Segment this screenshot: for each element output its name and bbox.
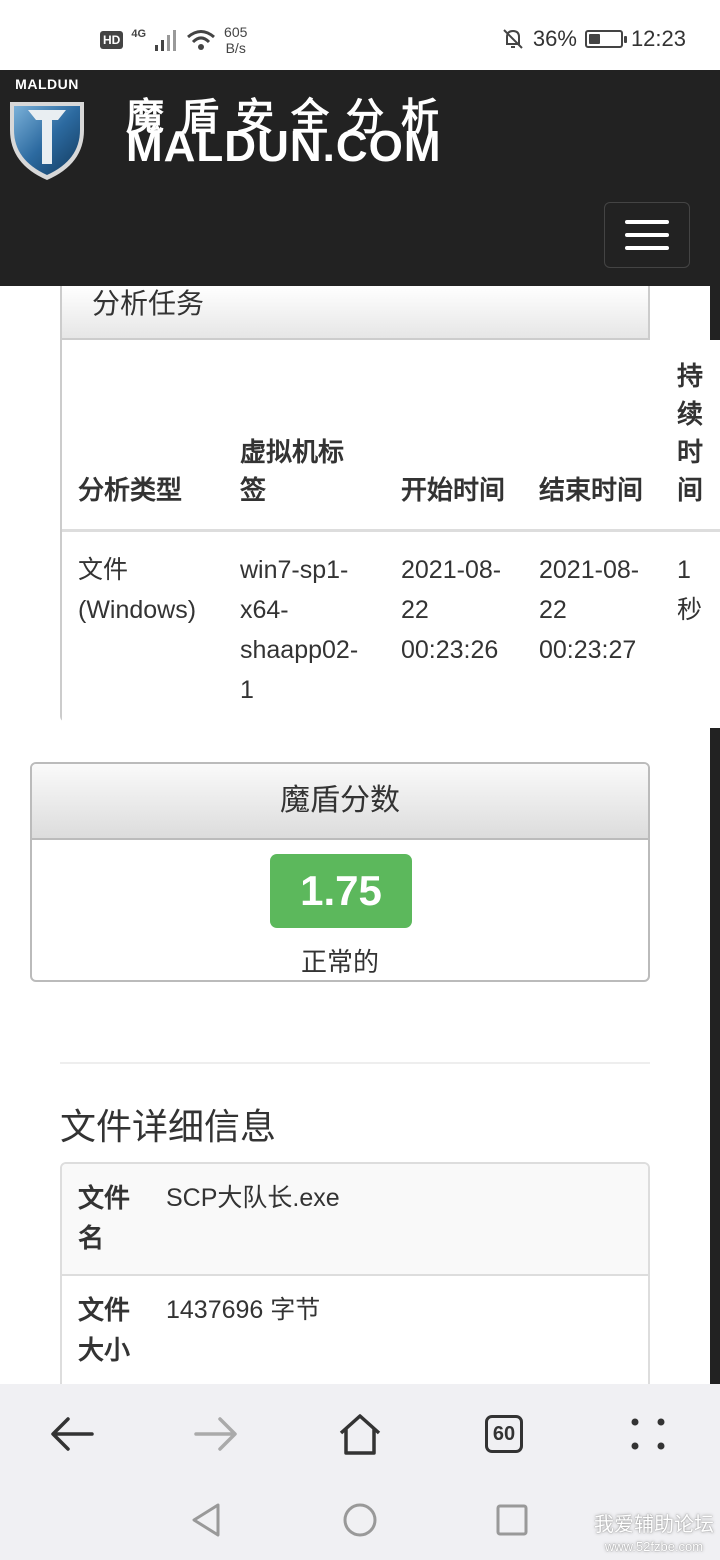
- panel-title: 分析任务: [92, 288, 205, 319]
- bell-muted-icon: [503, 29, 523, 49]
- table-row: 文件名 SCP大队长.exe: [62, 1164, 648, 1276]
- home-button[interactable]: [330, 1404, 390, 1464]
- home-icon: [339, 1414, 381, 1455]
- more-menu-button[interactable]: [618, 1404, 678, 1464]
- nav-recents-square-icon[interactable]: [492, 1500, 532, 1540]
- more-dots-icon: [631, 1418, 665, 1450]
- logo-text: MALDUN: [15, 76, 79, 92]
- column-header: 开始时间: [385, 340, 523, 532]
- table-row: 文件 (Windows) win7-sp1-x64-shaapp02-1 202…: [62, 530, 720, 728]
- file-name-label: 文件名: [78, 1183, 131, 1253]
- browser-toolbar: 60: [0, 1384, 720, 1480]
- watermark-url: www.52fzbe.com: [604, 1539, 704, 1554]
- column-header: 分析类型: [62, 340, 224, 532]
- arrow-right-icon: [194, 1417, 237, 1451]
- status-left: HD 4G 605 B/s: [100, 24, 247, 56]
- nav-back-triangle-icon[interactable]: [186, 1500, 226, 1540]
- column-header: 持续时间: [661, 340, 720, 532]
- menu-line-icon: [625, 233, 669, 237]
- table-cell: 2021-08-22 00:23:27: [539, 555, 640, 664]
- arrow-left-icon: [51, 1417, 94, 1451]
- file-name-value: SCP大队长.exe: [166, 1184, 340, 1212]
- speed-unit: B/s: [225, 40, 246, 56]
- task-table: 分析类型 虚拟机标签 开始时间 结束时间 持续时间 文件 (Windows) w…: [62, 340, 720, 728]
- maldun-score-panel: 魔盾分数 1.75 正常的: [30, 762, 650, 982]
- hd-icon: HD: [100, 31, 124, 49]
- battery-icon: [584, 30, 627, 48]
- nav-home-circle-icon[interactable]: [340, 1500, 380, 1540]
- file-size-value: 1437696 字节: [166, 1296, 321, 1324]
- status-bar: HD 4G 605 B/s 36% 12:23: [0, 0, 720, 70]
- table-cell: 2021-08-22 00:23:26: [401, 555, 502, 664]
- menu-line-icon: [625, 220, 669, 224]
- column-header: 虚拟机标签: [224, 340, 385, 532]
- wifi-icon: [187, 30, 215, 50]
- brand-domain[interactable]: MALDUN.COM: [126, 122, 442, 172]
- watermark: 我爱辅助论坛 www.52fzbe.com: [594, 1514, 714, 1558]
- section-divider: [60, 1062, 650, 1064]
- table-header-row: 分析类型 虚拟机标签 开始时间 结束时间 持续时间: [62, 340, 720, 532]
- battery-percent: 36%: [532, 26, 577, 51]
- status-right: 36% 12:23: [501, 26, 686, 52]
- panel-header: 分析任务: [62, 286, 648, 340]
- table-cell: 1 秒: [677, 555, 703, 624]
- back-button[interactable]: [42, 1404, 102, 1464]
- clock: 12:23: [630, 26, 686, 51]
- watermark-text: 我爱辅助论坛: [594, 1514, 714, 1536]
- file-details-table: 文件名 SCP大队长.exe 文件大小 1437696 字节: [60, 1162, 650, 1402]
- signal-icon: [155, 30, 177, 51]
- menu-line-icon: [625, 246, 669, 250]
- tabs-button[interactable]: 60: [474, 1404, 534, 1464]
- file-details-title: 文件详细信息: [60, 1106, 277, 1147]
- file-size-label: 文件大小: [78, 1295, 131, 1365]
- score-badge: 1.75: [270, 854, 412, 928]
- table-row: 文件大小 1437696 字节: [62, 1276, 648, 1388]
- hamburger-menu-button[interactable]: [604, 202, 690, 268]
- score-panel-title: 魔盾分数: [32, 764, 648, 840]
- speed-value: 605: [224, 24, 248, 40]
- column-header: 结束时间: [523, 340, 661, 532]
- analysis-task-panel: 分析任务 分析类型 虚拟机标签 开始时间 结束时间 持续时间 文件 (Windo…: [60, 286, 720, 728]
- table-cell: 文件 (Windows): [78, 555, 197, 624]
- tab-count: 60: [485, 1415, 523, 1453]
- site-header: MALDUN 魔盾安全分析 MALDUN.COM: [0, 70, 720, 286]
- network-type: 4G: [131, 28, 147, 40]
- network-speed: 605 B/s: [224, 24, 247, 56]
- score-status: 正常的: [300, 947, 379, 977]
- forward-button[interactable]: [186, 1404, 246, 1464]
- maldun-shield-logo[interactable]: [4, 78, 90, 190]
- table-cell: win7-sp1-x64-shaapp02-1: [240, 555, 359, 704]
